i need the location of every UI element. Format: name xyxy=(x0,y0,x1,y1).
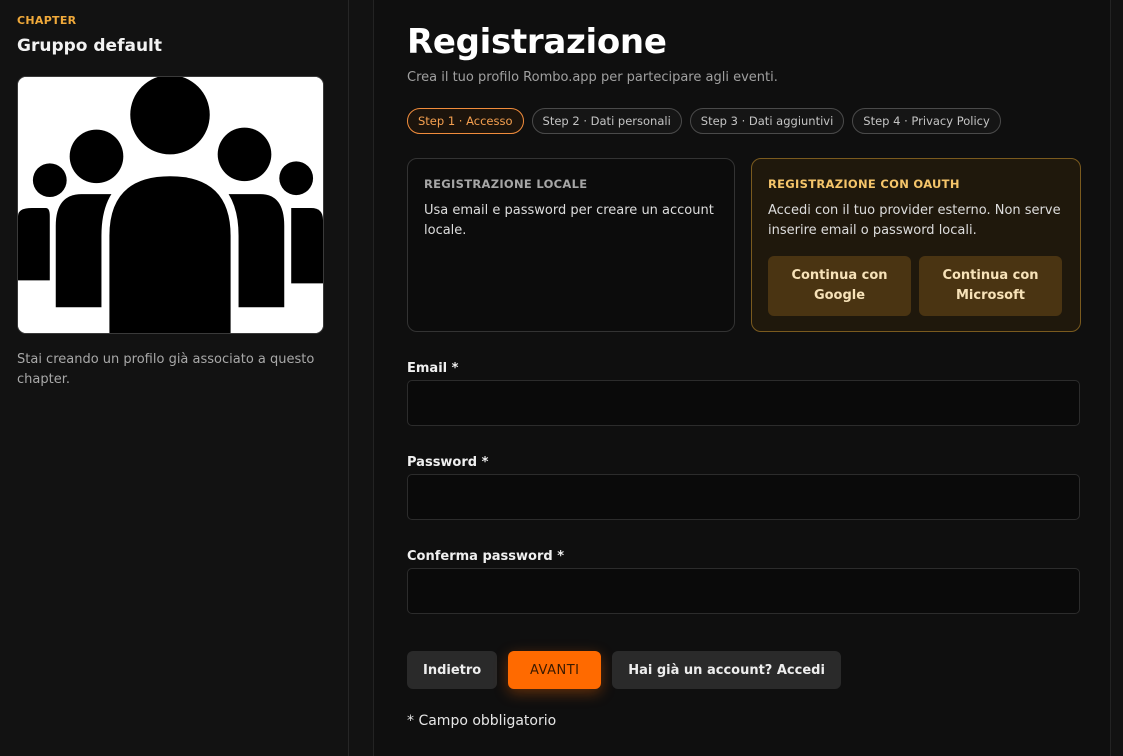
chapter-sidebar: CHAPTER Gruppo default Stai creando un p… xyxy=(0,0,349,756)
required-footnote: * Campo obbligatorio xyxy=(407,713,557,729)
google-oauth-button[interactable]: Continua con Google xyxy=(768,256,911,316)
email-label: Email * xyxy=(407,361,459,376)
chapter-note: Stai creando un profilo già associato a … xyxy=(17,352,315,387)
registration-page: CHAPTER Gruppo default Stai creando un p… xyxy=(0,0,1123,756)
step-indicator: Step 1 · Accesso Step 2 · Dati personali… xyxy=(407,108,1001,134)
password-field[interactable] xyxy=(407,474,1080,520)
local-card-title: REGISTRAZIONE LOCALE xyxy=(424,177,588,191)
step-4-pill: Step 4 · Privacy Policy xyxy=(852,108,1001,134)
step-2-pill: Step 2 · Dati personali xyxy=(531,108,682,134)
oauth-registration-card: REGISTRAZIONE CON OAUTH Accedi con il tu… xyxy=(751,158,1081,332)
form-actions: Indietro AVANTI Hai già un account? Acce… xyxy=(407,651,841,689)
oauth-buttons: Continua con Google Continua con Microso… xyxy=(768,256,1062,316)
page-title: Registrazione xyxy=(407,22,667,62)
step-3-pill: Step 3 · Dati aggiuntivi xyxy=(689,108,845,134)
local-registration-card[interactable]: REGISTRAZIONE LOCALE Usa email e passwor… xyxy=(407,158,735,332)
microsoft-oauth-button[interactable]: Continua con Microsoft xyxy=(919,256,1062,316)
oauth-card-title: REGISTRAZIONE CON OAUTH xyxy=(768,177,960,191)
step-1-pill: Step 1 · Accesso xyxy=(407,108,524,134)
chapter-eyebrow: CHAPTER xyxy=(17,14,77,27)
confirm-password-label: Conferma password * xyxy=(407,549,564,564)
confirm-password-field[interactable] xyxy=(407,568,1080,614)
password-label: Password * xyxy=(407,455,489,470)
next-button[interactable]: AVANTI xyxy=(508,651,602,689)
email-field[interactable] xyxy=(407,380,1080,426)
back-button[interactable]: Indietro xyxy=(407,651,498,689)
local-card-desc: Usa email e password per creare un accou… xyxy=(424,203,714,238)
login-link-button[interactable]: Hai già un account? Accedi xyxy=(612,651,841,689)
oauth-card-desc: Accedi con il tuo provider esterno. Non … xyxy=(768,203,1061,238)
group-people-icon xyxy=(17,76,324,334)
group-name: Gruppo default xyxy=(17,36,162,56)
registration-main: Registrazione Crea il tuo profilo Rombo.… xyxy=(373,0,1111,756)
page-subtitle: Crea il tuo profilo Rombo.app per partec… xyxy=(407,70,778,85)
